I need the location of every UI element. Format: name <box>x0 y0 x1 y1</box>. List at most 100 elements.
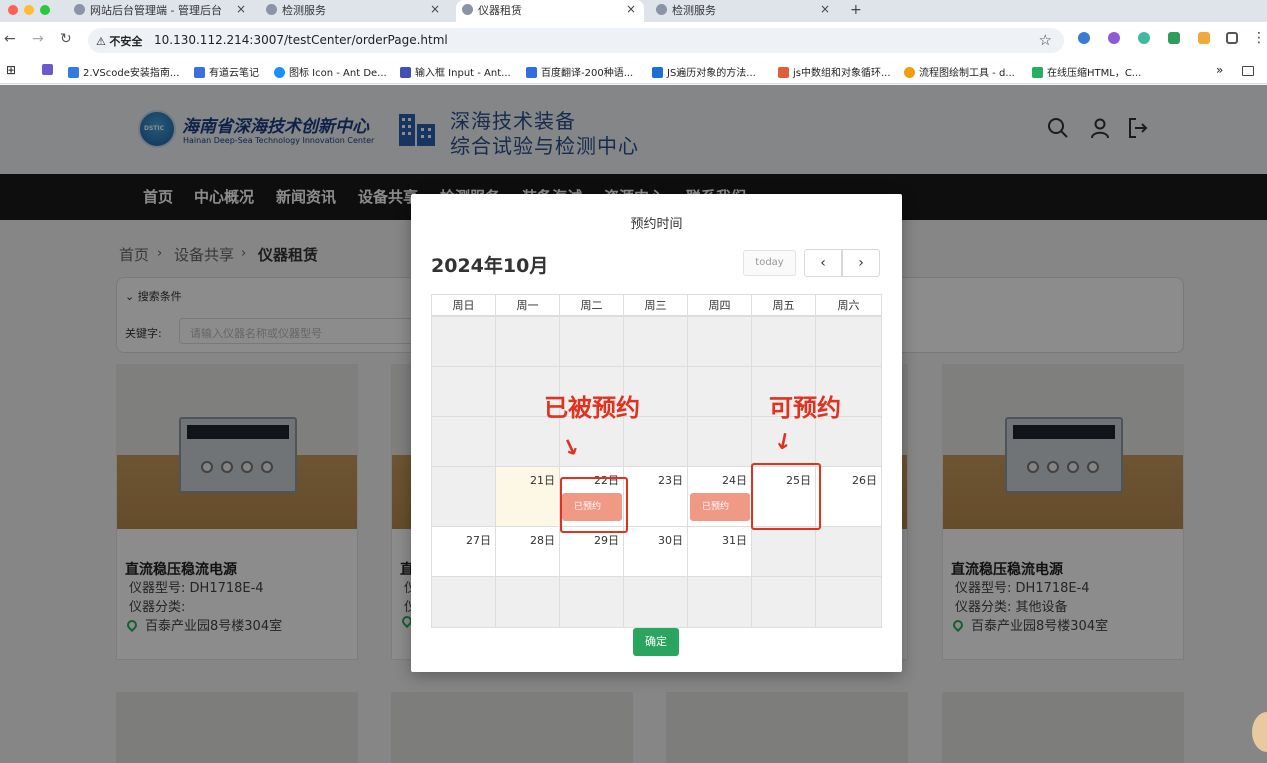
bookmark-item[interactable]: JS遍历对象的方法... <box>652 64 756 79</box>
new-tab-icon[interactable]: + <box>850 2 862 18</box>
extension-icon[interactable] <box>1198 32 1210 44</box>
bookmark-item[interactable]: 图标 Icon - Ant De... <box>274 64 387 79</box>
browser-tab[interactable]: 检测服务 × <box>266 0 446 22</box>
calendar-day <box>623 416 688 467</box>
confirm-button[interactable]: 确定 <box>633 628 679 656</box>
bookmark-item[interactable] <box>42 64 57 76</box>
bookmark-favicon-icon <box>274 67 285 78</box>
paw-icon <box>42 64 53 75</box>
warning-icon: ⚠ <box>96 35 106 48</box>
calendar-day[interactable]: 31日 <box>687 526 752 577</box>
tab-close-icon[interactable]: × <box>430 3 440 15</box>
bookmark-label: 百度翻译-200种语... <box>541 68 634 79</box>
bookmark-item[interactable]: 百度翻译-200种语... <box>526 64 633 79</box>
tab-label: 检测服务 <box>282 4 326 17</box>
bookmark-label: js中数组和对象循环... <box>793 68 891 79</box>
address-bar[interactable]: ⚠ 不安全 10.130.112.214:3007/testCenter/ord… <box>88 28 1064 53</box>
calendar-day[interactable]: 27日 <box>431 526 496 577</box>
calendar-day <box>431 416 496 467</box>
url-text[interactable]: 10.130.112.214:3007/testCenter/orderPage… <box>154 33 448 47</box>
calendar-day <box>751 526 816 577</box>
browser-tab-active[interactable]: 仪器租赁 × <box>456 0 644 22</box>
reload-icon[interactable]: ↻ <box>60 31 72 47</box>
calendar-day <box>623 576 688 628</box>
back-icon[interactable]: ← <box>4 31 16 47</box>
minimize-window-icon[interactable] <box>24 5 34 15</box>
booked-event[interactable]: 已预约 <box>690 493 750 521</box>
extension-icon[interactable] <box>1078 32 1090 44</box>
calendar-day <box>815 526 882 577</box>
calendar-day[interactable]: 29日 <box>559 526 624 577</box>
close-window-icon[interactable] <box>8 5 18 15</box>
bookmarks-bar: ⊞ 2.VScode安装指南... 有道云笔记 图标 Icon - Ant De… <box>0 58 1267 84</box>
calendar-day <box>431 316 496 367</box>
prev-month-button[interactable]: ‹ <box>804 249 842 277</box>
calendar-day[interactable]: 30日 <box>623 526 688 577</box>
calendar-month-title: 2024年10月 <box>431 255 549 277</box>
tab-favicon-icon <box>266 4 277 15</box>
calendar-day <box>687 416 752 467</box>
bookmark-label: 2.VScode安装指南... <box>83 68 180 79</box>
calendar-day <box>687 366 752 417</box>
vue-devtools-icon[interactable] <box>1168 32 1180 44</box>
calendar-day-today[interactable]: 21日 <box>495 466 560 527</box>
calendar-day <box>431 466 496 527</box>
day-number: 23日 <box>658 474 683 487</box>
extensions-puzzle-icon[interactable] <box>1226 32 1238 44</box>
day-number: 28日 <box>530 534 555 547</box>
bookmark-item[interactable]: js中数组和对象循环... <box>778 64 891 79</box>
bookmark-item[interactable]: 有道云笔记 <box>194 64 259 79</box>
calendar-day <box>751 316 816 367</box>
bookmark-item[interactable]: 输入框 Input - Ant... <box>400 64 511 79</box>
bookmark-favicon-icon <box>904 67 915 78</box>
browser-tab[interactable]: 网站后台管理端 - 管理后台 × <box>74 0 254 22</box>
weekday-header: 周六 <box>815 294 882 316</box>
security-warning[interactable]: ⚠ 不安全 <box>96 33 142 49</box>
browser-tab[interactable]: 检测服务 × <box>656 0 838 22</box>
forward-icon[interactable]: → <box>32 31 44 47</box>
calendar-day[interactable]: 28日 <box>495 526 560 577</box>
extension-icon[interactable] <box>1138 32 1150 44</box>
tab-close-icon[interactable]: × <box>236 3 246 15</box>
menu-icon[interactable]: ⋮ <box>1252 30 1266 46</box>
modal-title: 预约时间 <box>630 217 683 232</box>
bookmark-item[interactable]: 在线压缩HTML，C... <box>1032 64 1141 79</box>
calendar-day <box>751 576 816 628</box>
weekday-header: 周一 <box>495 294 560 316</box>
bookmark-star-icon[interactable]: ☆ <box>1039 31 1052 49</box>
weekday-header: 周二 <box>559 294 624 316</box>
bookmark-favicon-icon <box>68 67 79 78</box>
reservation-modal: 预约时间 2024年10月 today ‹ › 周日 周一 周二 周三 周四 周… <box>411 194 902 672</box>
tab-favicon-icon <box>74 4 85 15</box>
weekday-header: 周三 <box>623 294 688 316</box>
tab-favicon-icon <box>462 4 473 15</box>
tab-close-icon[interactable]: × <box>820 3 830 15</box>
calendar-day <box>623 316 688 367</box>
calendar-day[interactable]: 23日 <box>623 466 688 527</box>
bookmark-item[interactable]: 流程图绘制工具 - d... <box>904 64 1015 79</box>
calendar-day-booked[interactable]: 24日已预约 <box>687 466 752 527</box>
tab-close-icon[interactable]: × <box>626 3 636 15</box>
day-number: 24日 <box>722 474 747 487</box>
next-month-button[interactable]: › <box>842 249 880 277</box>
bookmark-favicon-icon <box>526 67 537 78</box>
calendar-day <box>815 316 882 367</box>
calendar-day <box>495 316 560 367</box>
bookmark-favicon-icon <box>400 67 411 78</box>
bookmark-item[interactable]: 2.VScode安装指南... <box>68 64 179 79</box>
maximize-window-icon[interactable] <box>40 5 50 15</box>
day-number: 31日 <box>722 534 747 547</box>
bookmark-label: 输入框 Input - Ant... <box>415 68 511 79</box>
annotation-booked: 已被预约 <box>544 394 640 422</box>
calendar-day[interactable]: 26日 <box>815 466 882 527</box>
today-button[interactable]: today <box>743 250 796 276</box>
bookmark-label: 图标 Icon - Ant De... <box>289 68 387 79</box>
apps-grid-icon[interactable]: ⊞ <box>6 63 16 77</box>
folder-icon[interactable] <box>1242 66 1254 76</box>
calendar-day <box>815 576 882 628</box>
bookmark-favicon-icon <box>778 67 789 78</box>
day-number: 30日 <box>658 534 683 547</box>
extension-icon[interactable] <box>1108 32 1120 44</box>
more-bookmarks-icon[interactable]: » <box>1216 63 1223 77</box>
annotation-available: 可预约 <box>769 394 841 422</box>
